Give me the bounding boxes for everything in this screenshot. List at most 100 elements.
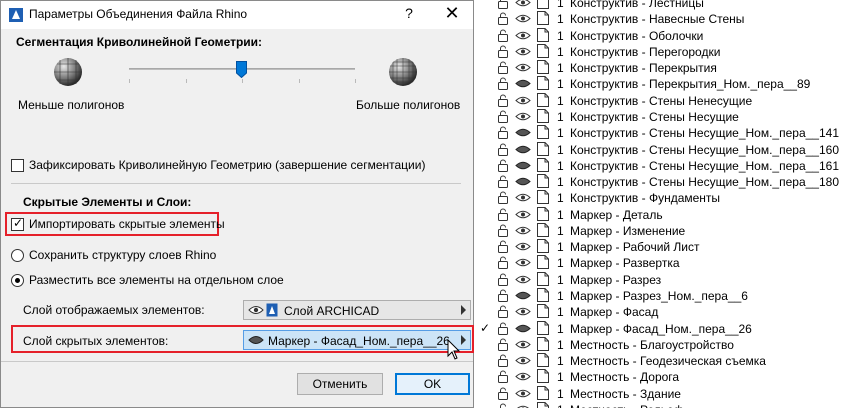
title-bar[interactable]: Параметры Объединения Файла Rhino ? ✕ xyxy=(1,1,473,29)
layer-page-icon[interactable] xyxy=(537,239,549,254)
lock-open-icon[interactable] xyxy=(497,338,509,351)
layer-row[interactable]: 1 Конструктив - Перекрытия xyxy=(474,60,861,76)
layer-page-icon[interactable] xyxy=(537,125,549,140)
eye-icon[interactable] xyxy=(515,13,531,24)
lock-open-icon[interactable] xyxy=(497,0,509,9)
layer-row[interactable]: 1 Конструктив - Оболочки xyxy=(474,27,861,44)
eye-icon[interactable] xyxy=(515,404,531,408)
layer-row[interactable]: ✓ 1 Маркер - Фасад_Ном._пера__26 xyxy=(474,320,861,337)
layer-page-icon[interactable] xyxy=(537,402,549,408)
visible-layer-dropdown[interactable]: Слой ARCHICAD xyxy=(243,300,471,320)
eye-icon[interactable] xyxy=(515,30,531,41)
keep-rhino-layers-radio[interactable] xyxy=(11,249,24,262)
layer-row[interactable]: 1 Конструктив - Фундаменты xyxy=(474,190,861,206)
layer-page-icon[interactable] xyxy=(537,255,549,270)
eye-closed-icon[interactable] xyxy=(515,176,531,187)
lock-open-icon[interactable] xyxy=(497,29,509,42)
lock-open-icon[interactable] xyxy=(497,305,509,319)
layer-row[interactable]: 1 Местность - Геодезическая съемка xyxy=(474,353,861,369)
place-on-layer-label[interactable]: Разместить все элементы на отдельном сло… xyxy=(29,273,284,287)
lock-open-icon[interactable] xyxy=(497,126,509,140)
layer-row[interactable]: 1 Маркер - Разрез xyxy=(474,271,861,288)
eye-icon[interactable] xyxy=(515,355,531,366)
lock-geometry-label[interactable]: Зафиксировать Криволинейную Геометрию (з… xyxy=(29,158,425,172)
import-hidden-checkbox[interactable]: ✓ xyxy=(11,216,24,231)
layer-row[interactable]: 1 Маркер - Изменение xyxy=(474,222,861,239)
eye-closed-icon[interactable] xyxy=(515,127,531,138)
eye-icon[interactable] xyxy=(515,371,531,382)
layer-row[interactable]: 1 Маркер - Разрез_Ном._пера__6 xyxy=(474,288,861,304)
lock-open-icon[interactable] xyxy=(497,159,509,172)
layer-row[interactable]: 1 Конструктив - Стены Несущие_Ном._пера__… xyxy=(474,157,861,174)
hidden-layer-dropdown[interactable]: Маркер - Фасад_Ном._пера__26 xyxy=(243,330,471,350)
eye-icon[interactable] xyxy=(515,339,531,350)
lock-open-icon[interactable] xyxy=(497,256,509,270)
lock-open-icon[interactable] xyxy=(497,387,509,400)
close-button[interactable]: ✕ xyxy=(441,3,463,24)
layer-page-icon[interactable] xyxy=(537,92,549,107)
layer-page-icon[interactable] xyxy=(537,141,549,156)
layer-page-icon[interactable] xyxy=(537,0,549,9)
lock-geometry-checkbox[interactable] xyxy=(11,159,24,172)
layer-row[interactable]: 1 Конструктив - Стены Несущие xyxy=(474,108,861,125)
lock-open-icon[interactable] xyxy=(497,208,509,221)
layer-row[interactable]: 1 Маркер - Деталь xyxy=(474,206,861,223)
layer-page-icon[interactable] xyxy=(537,320,549,335)
layer-page-icon[interactable] xyxy=(537,304,549,319)
layer-page-icon[interactable] xyxy=(537,288,549,303)
layer-page-icon[interactable] xyxy=(537,157,549,172)
lock-open-icon[interactable] xyxy=(497,61,509,75)
import-hidden-label[interactable]: Импортировать скрытые элементы xyxy=(29,217,225,231)
lock-open-icon[interactable] xyxy=(497,354,509,368)
layer-page-icon[interactable] xyxy=(537,174,549,189)
layer-row[interactable]: 1 Конструктив - Перекрытия_Ном._пера__89 xyxy=(474,76,861,92)
lock-open-icon[interactable] xyxy=(497,240,509,254)
layer-row[interactable]: 1 Конструктив - Стены Несущие_Ном._пера__… xyxy=(474,125,861,141)
lock-open-icon[interactable] xyxy=(497,94,509,107)
layer-row[interactable]: 1 Конструктив - Лестницы xyxy=(474,0,861,11)
layer-row[interactable]: 1 Маркер - Развертка xyxy=(474,255,861,271)
lock-open-icon[interactable] xyxy=(497,191,509,205)
layer-row[interactable]: 1 Местность - Дорога xyxy=(474,369,861,385)
layer-page-icon[interactable] xyxy=(537,76,549,91)
lock-open-icon[interactable] xyxy=(497,77,509,91)
layer-page-icon[interactable] xyxy=(537,190,549,205)
lock-open-icon[interactable] xyxy=(497,45,509,58)
layer-page-icon[interactable] xyxy=(537,108,549,123)
eye-icon[interactable] xyxy=(515,257,531,268)
layer-page-icon[interactable] xyxy=(537,27,549,42)
place-on-layer-radio[interactable] xyxy=(11,274,24,287)
lock-open-icon[interactable] xyxy=(497,12,509,26)
lock-open-icon[interactable] xyxy=(497,175,509,189)
eye-icon[interactable] xyxy=(515,274,531,285)
cancel-button[interactable]: Отменить xyxy=(297,373,383,395)
layer-row[interactable]: 1 Конструктив - Стены Ненесущие xyxy=(474,92,861,109)
eye-icon[interactable] xyxy=(515,225,531,236)
layer-row[interactable]: 1 Конструктив - Стены Несущие_Ном._пера__… xyxy=(474,141,861,158)
lock-open-icon[interactable] xyxy=(497,322,509,335)
layer-page-icon[interactable] xyxy=(537,271,549,286)
lock-open-icon[interactable] xyxy=(497,110,509,123)
lock-open-icon[interactable] xyxy=(497,403,509,408)
ok-button[interactable]: OK xyxy=(395,373,470,395)
lock-open-icon[interactable] xyxy=(497,273,509,286)
eye-icon[interactable] xyxy=(515,95,531,106)
eye-closed-icon[interactable] xyxy=(515,78,531,89)
segmentation-slider-thumb[interactable] xyxy=(236,61,247,78)
eye-icon[interactable] xyxy=(515,0,531,8)
eye-icon[interactable] xyxy=(515,46,531,57)
layer-page-icon[interactable] xyxy=(537,369,549,384)
eye-icon[interactable] xyxy=(515,388,531,399)
layer-page-icon[interactable] xyxy=(537,11,549,26)
eye-icon[interactable] xyxy=(515,306,531,317)
layer-page-icon[interactable] xyxy=(537,385,549,400)
eye-icon[interactable] xyxy=(515,62,531,73)
eye-icon[interactable] xyxy=(515,111,531,122)
help-button[interactable]: ? xyxy=(399,5,419,21)
layer-row[interactable]: 1 Конструктив - Перегородки xyxy=(474,43,861,60)
layer-page-icon[interactable] xyxy=(537,206,549,221)
layer-page-icon[interactable] xyxy=(537,336,549,351)
keep-rhino-layers-label[interactable]: Сохранить структуру слоев Rhino xyxy=(29,248,216,262)
layer-row[interactable]: 1 Маркер - Фасад xyxy=(474,304,861,320)
eye-icon[interactable] xyxy=(515,241,531,252)
